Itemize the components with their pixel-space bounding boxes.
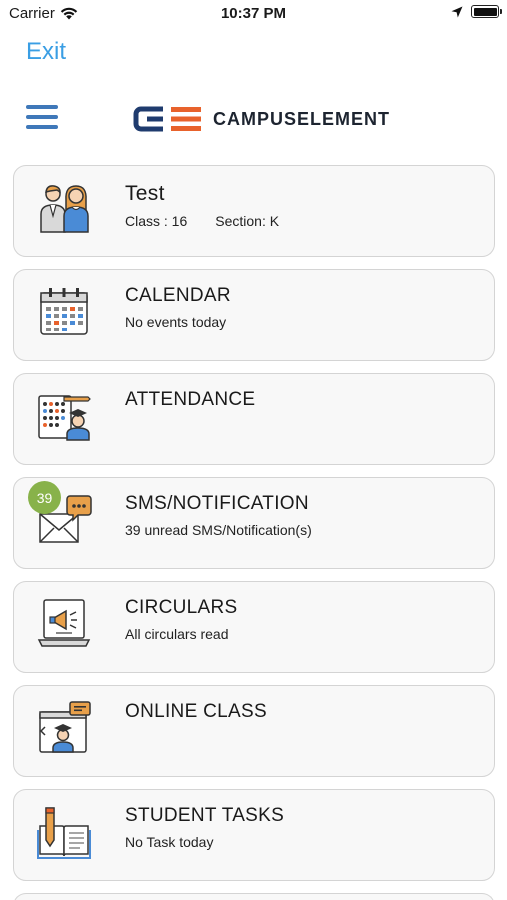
next-card-partial[interactable]	[13, 893, 495, 900]
calendar-subtitle: No events today	[125, 314, 227, 330]
calendar-card[interactable]: CALENDAR No events today	[13, 269, 495, 361]
calendar-icon	[40, 288, 88, 335]
profile-meta: Class : 16 Section: K	[125, 213, 279, 229]
sms-notification-subtitle: 39 unread SMS/Notification(s)	[125, 522, 312, 538]
exit-button[interactable]: Exit	[26, 38, 66, 66]
hamburger-menu-icon[interactable]	[26, 105, 58, 133]
attendance-title: ATTENDANCE	[125, 389, 256, 410]
unread-count-badge: 39	[28, 481, 61, 514]
attendance-card[interactable]: ATTENDANCE	[13, 373, 495, 465]
profile-card[interactable]: Test Class : 16 Section: K	[13, 165, 495, 257]
location-arrow-icon	[451, 6, 463, 17]
sms-notification-title: SMS/NOTIFICATION	[125, 493, 309, 514]
section-label: Section: K	[215, 213, 280, 229]
logo-mark-icon	[133, 106, 201, 132]
students-icon	[40, 185, 89, 233]
student-tasks-title: STUDENT TASKS	[125, 805, 285, 826]
status-bar: Carrier 10:37 PM	[0, 0, 507, 28]
student-tasks-card[interactable]: STUDENT TASKS No Task today	[13, 789, 495, 881]
status-time: 10:37 PM	[220, 5, 287, 22]
tasks-book-icon	[37, 807, 91, 859]
logo-text: CAMPUSELEMENT	[213, 108, 391, 129]
circulars-card[interactable]: CIRCULARS All circulars read	[13, 581, 495, 673]
class-label: Class : 16	[125, 213, 188, 229]
campuselement-logo: CAMPUSELEMENT	[133, 106, 390, 132]
online-class-icon	[39, 701, 91, 753]
circular-megaphone-icon	[37, 599, 91, 647]
battery-icon	[471, 5, 502, 18]
dashboard-card-list: Test Class : 16 Section: K CALENDAR No e…	[13, 165, 495, 900]
student-tasks-subtitle: No Task today	[125, 834, 214, 850]
calendar-title: CALENDAR	[125, 285, 231, 306]
circulars-title: CIRCULARS	[125, 597, 238, 618]
status-right	[451, 5, 502, 18]
app-header: CAMPUSELEMENT	[0, 95, 507, 145]
profile-name: Test	[125, 182, 165, 205]
online-class-card[interactable]: ONLINE CLASS	[13, 685, 495, 777]
attendance-icon	[38, 395, 91, 441]
sms-notification-card[interactable]: SMS/NOTIFICATION 39 unread SMS/Notificat…	[13, 477, 495, 569]
online-class-title: ONLINE CLASS	[125, 701, 267, 722]
circulars-subtitle: All circulars read	[125, 626, 229, 642]
